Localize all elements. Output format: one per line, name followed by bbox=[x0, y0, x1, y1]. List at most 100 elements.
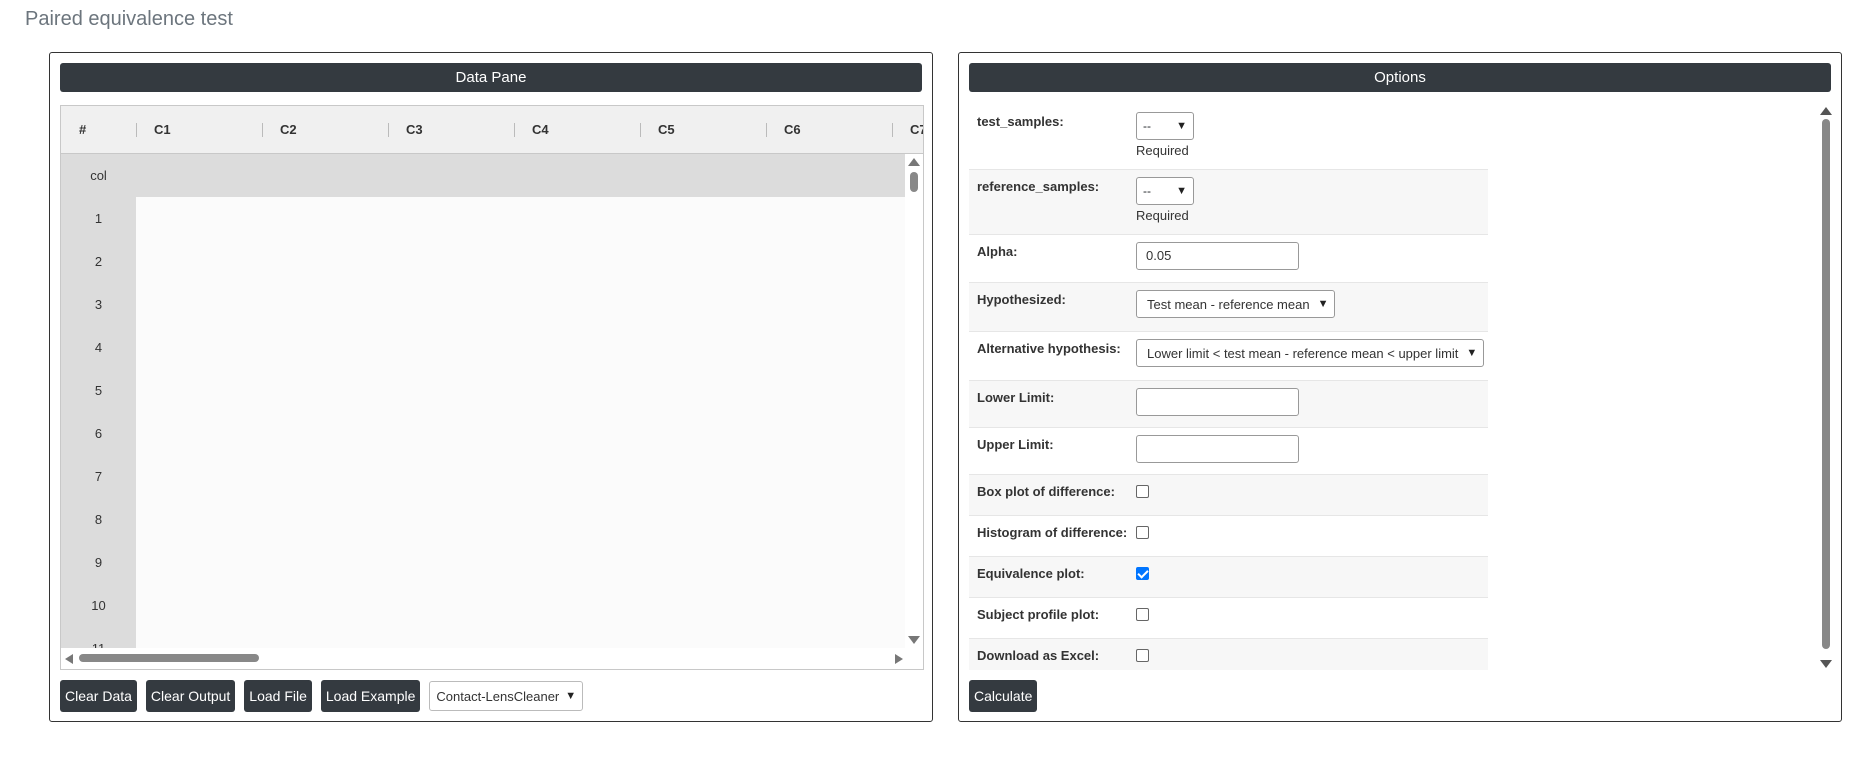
data-grid[interactable]: # C1 C2 C3 C4 C5 C6 C7 col 1 2 3 bbox=[60, 105, 924, 670]
scroll-up-arrow-icon[interactable] bbox=[1820, 107, 1832, 115]
grid-row[interactable]: 1 bbox=[61, 197, 907, 240]
box-plot-checkbox[interactable] bbox=[1136, 485, 1149, 498]
grid-column-headers: # C1 C2 C3 C4 C5 C6 C7 bbox=[61, 106, 923, 154]
scroll-thumb[interactable] bbox=[79, 654, 259, 662]
box-plot-label: Box plot of difference: bbox=[977, 484, 1115, 499]
grid-row[interactable]: 3 bbox=[61, 283, 907, 326]
column-header-c3[interactable]: C3 bbox=[388, 106, 514, 154]
row-cells[interactable] bbox=[136, 369, 907, 412]
subject-profile-label: Subject profile plot: bbox=[977, 607, 1100, 622]
scroll-left-arrow-icon[interactable] bbox=[65, 654, 73, 664]
grid-row[interactable]: 4 bbox=[61, 326, 907, 369]
histogram-checkbox[interactable] bbox=[1136, 526, 1149, 539]
upper-limit-label: Upper Limit: bbox=[977, 437, 1054, 452]
reference-samples-select[interactable]: -- ▼ bbox=[1136, 177, 1194, 205]
reference-samples-required: Required bbox=[1136, 208, 1189, 223]
column-header-c7[interactable]: C7 bbox=[892, 106, 923, 154]
column-header-index[interactable]: # bbox=[61, 106, 136, 154]
row-cells[interactable] bbox=[136, 240, 907, 283]
column-header-c5[interactable]: C5 bbox=[640, 106, 766, 154]
row-header: 6 bbox=[61, 412, 136, 455]
data-pane-header: Data Pane bbox=[60, 63, 922, 92]
row-cells[interactable] bbox=[136, 541, 907, 584]
grid-row[interactable]: 10 bbox=[61, 584, 907, 627]
grid-row[interactable]: 5 bbox=[61, 369, 907, 412]
grid-row-col[interactable]: col bbox=[61, 154, 907, 197]
row-cells[interactable] bbox=[136, 498, 907, 541]
scroll-down-arrow-icon[interactable] bbox=[908, 636, 920, 644]
row-header: col bbox=[61, 154, 136, 197]
option-reference-samples: reference_samples: -- ▼ Required bbox=[969, 170, 1488, 235]
lower-limit-input[interactable] bbox=[1136, 388, 1299, 416]
row-header: 10 bbox=[61, 584, 136, 627]
option-lower-limit: Lower Limit: bbox=[969, 381, 1488, 428]
reference-samples-value: -- bbox=[1143, 184, 1151, 198]
grid-row[interactable]: 6 bbox=[61, 412, 907, 455]
download-excel-checkbox[interactable] bbox=[1136, 649, 1149, 662]
scroll-down-arrow-icon[interactable] bbox=[1820, 660, 1832, 668]
row-cells[interactable] bbox=[136, 584, 907, 627]
options-vertical-scrollbar[interactable] bbox=[1819, 105, 1833, 670]
grid-horizontal-scrollbar[interactable] bbox=[61, 648, 923, 669]
column-header-c2[interactable]: C2 bbox=[262, 106, 388, 154]
alpha-input[interactable]: 0.05 bbox=[1136, 242, 1299, 270]
clear-data-button[interactable]: Clear Data bbox=[60, 680, 137, 712]
option-download-excel: Download as Excel: bbox=[969, 639, 1488, 670]
chevron-down-icon: ▼ bbox=[1466, 347, 1478, 359]
hypothesized-select[interactable]: Test mean - reference mean ▼ bbox=[1136, 290, 1336, 318]
grid-row[interactable]: 9 bbox=[61, 541, 907, 584]
grid-vertical-scrollbar[interactable] bbox=[905, 154, 923, 650]
example-dataset-select[interactable]: Contact-LensCleaner ▼ bbox=[429, 681, 584, 711]
grid-row[interactable]: 8 bbox=[61, 498, 907, 541]
row-header: 7 bbox=[61, 455, 136, 498]
hypothesized-label: Hypothesized: bbox=[977, 292, 1066, 307]
options-header: Options bbox=[969, 63, 1831, 92]
option-test-samples: test_samples: -- ▼ Required bbox=[969, 105, 1488, 170]
test-samples-label: test_samples: bbox=[977, 114, 1064, 129]
row-cells[interactable] bbox=[136, 412, 907, 455]
chevron-down-icon: ▼ bbox=[1176, 120, 1187, 132]
row-cells[interactable] bbox=[136, 154, 907, 197]
row-cells[interactable] bbox=[136, 283, 907, 326]
equivalence-plot-checkbox[interactable] bbox=[1136, 567, 1149, 580]
scroll-right-arrow-icon[interactable] bbox=[895, 654, 903, 664]
test-samples-value: -- bbox=[1143, 119, 1151, 133]
load-example-button[interactable]: Load Example bbox=[320, 680, 421, 712]
data-pane-panel: Data Pane # C1 C2 C3 C4 C5 C6 C7 col 1 2 bbox=[49, 52, 933, 722]
option-equivalence-plot: Equivalence plot: bbox=[969, 557, 1488, 598]
row-header: 3 bbox=[61, 283, 136, 326]
column-header-c4[interactable]: C4 bbox=[514, 106, 640, 154]
page-title: Paired equivalence test bbox=[25, 8, 233, 30]
option-alternative-hypothesis: Alternative hypothesis: Lower limit < te… bbox=[969, 332, 1488, 381]
test-samples-select[interactable]: -- ▼ bbox=[1136, 112, 1194, 140]
alternative-hypothesis-select[interactable]: Lower limit < test mean - reference mean… bbox=[1136, 339, 1485, 367]
reference-samples-label: reference_samples: bbox=[977, 179, 1100, 194]
clear-output-button[interactable]: Clear Output bbox=[145, 680, 236, 712]
grid-body: col 1 2 3 4 5 6 7 8 9 10 11 bbox=[61, 154, 907, 650]
row-cells[interactable] bbox=[136, 197, 907, 240]
row-header: 2 bbox=[61, 240, 136, 283]
row-header: 9 bbox=[61, 541, 136, 584]
subject-profile-checkbox[interactable] bbox=[1136, 608, 1149, 621]
download-excel-label: Download as Excel: bbox=[977, 648, 1100, 663]
upper-limit-input[interactable] bbox=[1136, 435, 1299, 463]
row-cells[interactable] bbox=[136, 326, 907, 369]
column-header-c1[interactable]: C1 bbox=[136, 106, 262, 154]
scroll-thumb[interactable] bbox=[910, 172, 918, 192]
row-header: 8 bbox=[61, 498, 136, 541]
alternative-hypothesis-label: Alternative hypothesis: bbox=[977, 341, 1121, 356]
chevron-down-icon: ▼ bbox=[1317, 298, 1329, 310]
load-file-button[interactable]: Load File bbox=[244, 680, 312, 712]
option-histogram: Histogram of difference: bbox=[969, 516, 1488, 557]
grid-row[interactable]: 7 bbox=[61, 455, 907, 498]
column-header-c6[interactable]: C6 bbox=[766, 106, 892, 154]
row-cells[interactable] bbox=[136, 455, 907, 498]
scroll-thumb[interactable] bbox=[1822, 119, 1830, 649]
calculate-button[interactable]: Calculate bbox=[969, 680, 1038, 712]
grid-row[interactable]: 11 bbox=[61, 627, 907, 650]
grid-row[interactable]: 2 bbox=[61, 240, 907, 283]
example-dataset-value: Contact-LensCleaner bbox=[436, 688, 560, 704]
alternative-hypothesis-value: Lower limit < test mean - reference mean… bbox=[1147, 345, 1459, 361]
scroll-up-arrow-icon[interactable] bbox=[908, 158, 920, 166]
row-cells[interactable] bbox=[136, 627, 907, 650]
